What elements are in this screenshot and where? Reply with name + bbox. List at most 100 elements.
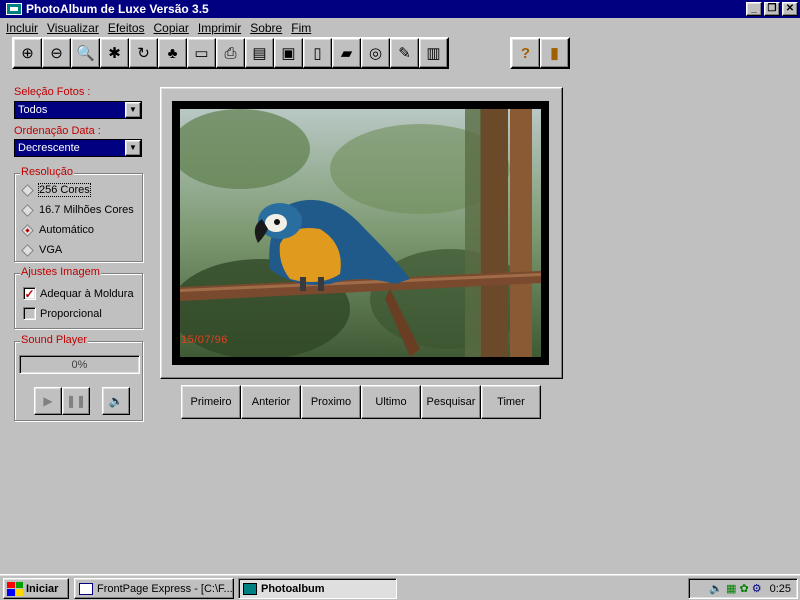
play-icon: ▶	[43, 394, 53, 408]
task-label: FrontPage Express - [C:\F...	[97, 582, 233, 595]
speaker-icon[interactable]: 🔈	[709, 582, 723, 595]
search-button[interactable]: Pesquisar	[421, 385, 481, 419]
close-button[interactable]: ✕	[782, 2, 798, 16]
menu-efeitos[interactable]: Efeitos	[108, 21, 145, 35]
adjust-group: ✓ Adequar à Moldura Proporcional	[14, 273, 143, 329]
help-icon: ?	[520, 44, 531, 62]
checkbox-icon: ✓	[23, 286, 36, 301]
search-button[interactable]: 🔍	[71, 38, 100, 68]
search-icon: 🔍	[76, 45, 95, 62]
pause-icon: ❚❚	[65, 394, 87, 408]
radio-automatico[interactable]: Automático	[21, 223, 95, 237]
print-button[interactable]: ⎙	[216, 38, 245, 68]
resolution-label: Resolução	[20, 166, 74, 178]
task-label: Photoalbum	[261, 582, 325, 595]
check-label: Proporcional	[40, 307, 102, 320]
network-icon[interactable]: ▦	[726, 582, 736, 595]
menu-copiar[interactable]: Copiar	[154, 21, 189, 35]
radio-label: Automático	[39, 224, 95, 236]
check-proporcional[interactable]: Proporcional	[23, 307, 102, 320]
order-dropdown[interactable]: Decrescente ▼	[14, 139, 142, 157]
settings-icon[interactable]: ⚙	[752, 582, 762, 595]
print-preview-button[interactable]: ▤	[245, 38, 274, 68]
chevron-down-icon[interactable]: ▼	[125, 140, 141, 156]
toolbar-help: ? ▮	[510, 37, 570, 69]
windows-logo-icon	[7, 581, 23, 596]
start-button[interactable]: Iniciar	[3, 578, 69, 599]
last-button[interactable]: Ultimo	[361, 385, 421, 419]
radio-vga[interactable]: VGA	[21, 243, 63, 257]
previous-button[interactable]: Anterior	[241, 385, 301, 419]
clock: 0:25	[769, 582, 791, 595]
sound-label: Sound Player	[20, 334, 89, 346]
zoom-out-icon: ⊖	[50, 45, 63, 62]
menu-bar: Incluir Visualizar Efeitos Copiar Imprim…	[0, 19, 800, 37]
resolution-group: 256 Cores 16.7 Milhões Cores Automático …	[14, 173, 143, 262]
radio-256-cores[interactable]: 256 Cores	[21, 183, 91, 197]
photo-date-stamp: 15/07/96	[181, 334, 228, 346]
menu-sobre[interactable]: Sobre	[250, 21, 282, 35]
cd-icon: ◎	[368, 45, 383, 62]
print-preview-icon: ▤	[252, 45, 267, 62]
sound-progress-text: 0%	[71, 358, 88, 371]
play-button[interactable]: ▶	[34, 387, 62, 415]
selection-label: Seleção Fotos :	[14, 86, 91, 98]
note-button[interactable]: ▭	[187, 38, 216, 68]
effects-button[interactable]: ✱	[100, 38, 129, 68]
cd-button[interactable]: ◎	[361, 38, 390, 68]
selection-value: Todos	[18, 104, 48, 116]
menu-fim[interactable]: Fim	[291, 21, 311, 35]
folder-icon: ▰	[340, 45, 353, 62]
task-frontpage[interactable]: FrontPage Express - [C:\F...	[74, 578, 234, 599]
toolbar: ⊕ ⊖ 🔍 ✱ ↻ ♣ ▭ ⎙ ▤ ▣ ▯ ▰ ◎ ✎ ▥	[12, 37, 449, 69]
radio-label: 256 Cores	[38, 183, 91, 197]
selection-dropdown[interactable]: Todos ▼	[14, 101, 142, 119]
pause-button[interactable]: ❚❚	[62, 387, 90, 415]
film-button[interactable]: ▥	[419, 38, 448, 68]
menu-visualizar[interactable]: Visualizar	[47, 21, 99, 35]
new-page-button[interactable]: ▯	[303, 38, 332, 68]
new-page-icon: ▯	[313, 45, 322, 62]
radio-16m-cores[interactable]: 16.7 Milhões Cores	[21, 203, 134, 217]
radio-label: VGA	[39, 244, 63, 256]
speaker-icon: 🔈	[108, 394, 124, 408]
help-button[interactable]: ?	[511, 38, 540, 68]
start-label: Iniciar	[26, 582, 59, 595]
flower-icon[interactable]: ✿	[739, 582, 748, 595]
task-photoalbum[interactable]: Photoalbum	[238, 578, 397, 599]
monitor-button[interactable]: ▣	[274, 38, 303, 68]
photo-frame: 15/07/96	[160, 87, 563, 379]
parrot-photo	[180, 109, 541, 357]
next-button[interactable]: Proximo	[301, 385, 361, 419]
zoom-in-icon: ⊕	[21, 45, 34, 62]
zoom-in-button[interactable]: ⊕	[13, 38, 42, 68]
tree-icon: ♣	[167, 44, 178, 62]
volume-button[interactable]: 🔈	[102, 387, 130, 415]
restore-button[interactable]: ❐	[764, 2, 780, 16]
folder-button[interactable]: ▰	[332, 38, 361, 68]
monitor-icon: ▣	[281, 45, 296, 62]
menu-incluir[interactable]: Incluir	[6, 21, 38, 35]
rotate-button[interactable]: ↻	[129, 38, 158, 68]
menu-imprimir[interactable]: Imprimir	[198, 21, 241, 35]
tree-button[interactable]: ♣	[158, 38, 187, 68]
check-label: Adequar à Moldura	[40, 287, 134, 300]
radio-label: 16.7 Milhões Cores	[39, 204, 134, 216]
radio-icon	[21, 183, 34, 197]
minimize-button[interactable]: _	[746, 2, 762, 16]
radio-icon	[21, 223, 34, 237]
exit-door-button[interactable]: ▮	[540, 38, 569, 68]
title-bar: PhotoAlbum de Luxe Versão 3.5 _ ❐ ✕	[0, 0, 800, 18]
adjust-label: Ajustes Imagem	[20, 266, 101, 278]
radio-icon	[21, 203, 34, 217]
app-icon	[6, 3, 22, 15]
photo-viewport: 15/07/96	[172, 101, 549, 365]
timer-button[interactable]: Timer	[481, 385, 541, 419]
sound-progress-bar: 0%	[19, 355, 140, 374]
first-button[interactable]: Primeiro	[181, 385, 241, 419]
zoom-out-button[interactable]: ⊖	[42, 38, 71, 68]
pencil-button[interactable]: ✎	[390, 38, 419, 68]
chevron-down-icon[interactable]: ▼	[125, 102, 141, 118]
check-adequar[interactable]: ✓ Adequar à Moldura	[23, 286, 134, 301]
photoalbum-icon	[243, 582, 257, 595]
